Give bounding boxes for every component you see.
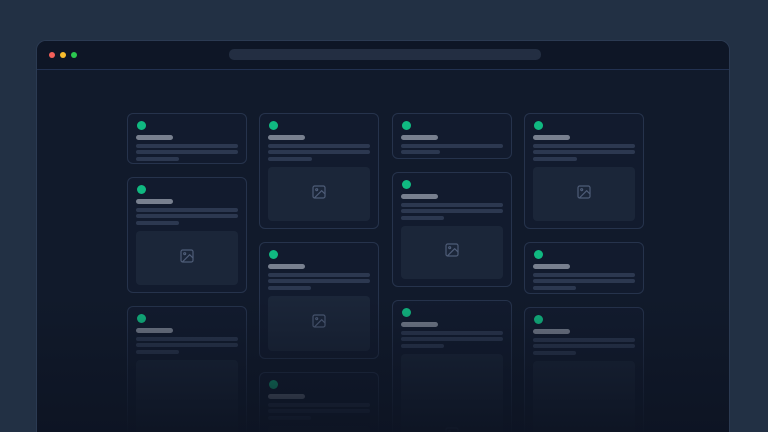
card-text-placeholder <box>533 273 635 277</box>
card-text-placeholder <box>268 273 370 277</box>
card-title-placeholder <box>136 199 173 204</box>
status-dot-icon <box>402 308 411 317</box>
status-dot-icon <box>269 121 278 130</box>
status-dot-icon <box>534 315 543 324</box>
card-text-placeholder <box>533 157 577 161</box>
card-text-placeholder <box>136 150 238 154</box>
image-placeholder <box>401 354 503 432</box>
card-text-placeholder <box>268 157 312 161</box>
traffic-lights <box>49 52 77 58</box>
feed-card[interactable] <box>259 113 379 229</box>
card-text-placeholder <box>401 216 444 220</box>
card-text-placeholder <box>136 350 179 354</box>
card-text-placeholder <box>268 416 311 420</box>
url-bar[interactable] <box>229 49 541 60</box>
card-text-placeholder <box>268 403 370 407</box>
image-placeholder <box>268 167 370 221</box>
window-content <box>37 70 729 432</box>
minimize-button[interactable] <box>60 52 66 58</box>
image-icon <box>576 184 592 205</box>
feed-card[interactable] <box>127 306 247 432</box>
status-dot-icon <box>269 250 278 259</box>
board-column-1 <box>127 113 247 432</box>
card-text-placeholder <box>268 279 370 283</box>
card-text-placeholder <box>268 286 311 290</box>
image-icon <box>444 426 460 432</box>
card-title-placeholder <box>533 329 570 334</box>
card-text-placeholder <box>401 331 503 335</box>
feed-card[interactable] <box>259 372 379 432</box>
card-text-placeholder <box>136 144 238 148</box>
card-title-placeholder <box>533 264 570 269</box>
titlebar <box>37 41 729 70</box>
card-text-placeholder <box>268 144 370 148</box>
card-title-placeholder <box>533 135 570 140</box>
image-placeholder <box>401 226 503 279</box>
status-dot-icon <box>137 121 146 130</box>
card-text-placeholder <box>401 150 440 154</box>
image-icon <box>444 242 460 263</box>
status-dot-icon <box>137 185 146 194</box>
card-text-placeholder <box>268 409 370 413</box>
image-icon <box>179 248 195 269</box>
card-text-placeholder <box>401 203 503 207</box>
card-text-placeholder <box>401 344 444 348</box>
board-column-3 <box>392 113 512 432</box>
browser-window <box>36 40 730 432</box>
image-icon <box>311 184 327 205</box>
card-title-placeholder <box>401 322 438 327</box>
feed-card[interactable] <box>524 307 644 432</box>
card-title-placeholder <box>136 328 173 333</box>
card-text-placeholder <box>533 338 635 342</box>
feed-card[interactable] <box>127 177 247 293</box>
card-title-placeholder <box>268 394 305 399</box>
zoom-button[interactable] <box>71 52 77 58</box>
card-text-placeholder <box>533 279 635 283</box>
card-text-placeholder <box>533 286 576 290</box>
image-placeholder <box>136 360 238 432</box>
feed-card[interactable] <box>524 242 644 294</box>
status-dot-icon <box>534 121 543 130</box>
card-text-placeholder <box>136 208 238 212</box>
card-title-placeholder <box>268 264 305 269</box>
card-text-placeholder <box>533 144 635 148</box>
image-placeholder <box>268 296 370 351</box>
feed-card[interactable] <box>392 172 512 287</box>
card-text-placeholder <box>136 221 179 225</box>
card-text-placeholder <box>136 214 238 218</box>
image-placeholder <box>533 167 635 221</box>
feed-card[interactable] <box>259 242 379 359</box>
feed-card[interactable] <box>524 113 644 229</box>
status-dot-icon <box>534 250 543 259</box>
status-dot-icon <box>137 314 146 323</box>
card-title-placeholder <box>268 135 305 140</box>
card-text-placeholder <box>401 209 503 213</box>
image-placeholder <box>268 426 370 432</box>
card-text-placeholder <box>533 344 635 348</box>
card-text-placeholder <box>136 343 238 347</box>
image-placeholder <box>533 361 635 432</box>
card-text-placeholder <box>136 337 238 341</box>
feed-card[interactable] <box>127 113 247 164</box>
card-title-placeholder <box>136 135 173 140</box>
status-dot-icon <box>402 180 411 189</box>
image-placeholder <box>136 231 238 285</box>
card-text-placeholder <box>268 150 370 154</box>
feed-card[interactable] <box>392 113 512 159</box>
card-text-placeholder <box>533 351 576 355</box>
card-text-placeholder <box>136 157 179 161</box>
board-column-4 <box>524 113 644 432</box>
card-text-placeholder <box>401 144 503 148</box>
board-column-2 <box>259 113 379 432</box>
close-button[interactable] <box>49 52 55 58</box>
card-text-placeholder <box>533 150 635 154</box>
card-text-placeholder <box>401 337 503 341</box>
card-title-placeholder <box>401 194 438 199</box>
card-title-placeholder <box>401 135 438 140</box>
status-dot-icon <box>402 121 411 130</box>
image-icon <box>311 313 327 334</box>
status-dot-icon <box>269 380 278 389</box>
feed-card[interactable] <box>392 300 512 432</box>
